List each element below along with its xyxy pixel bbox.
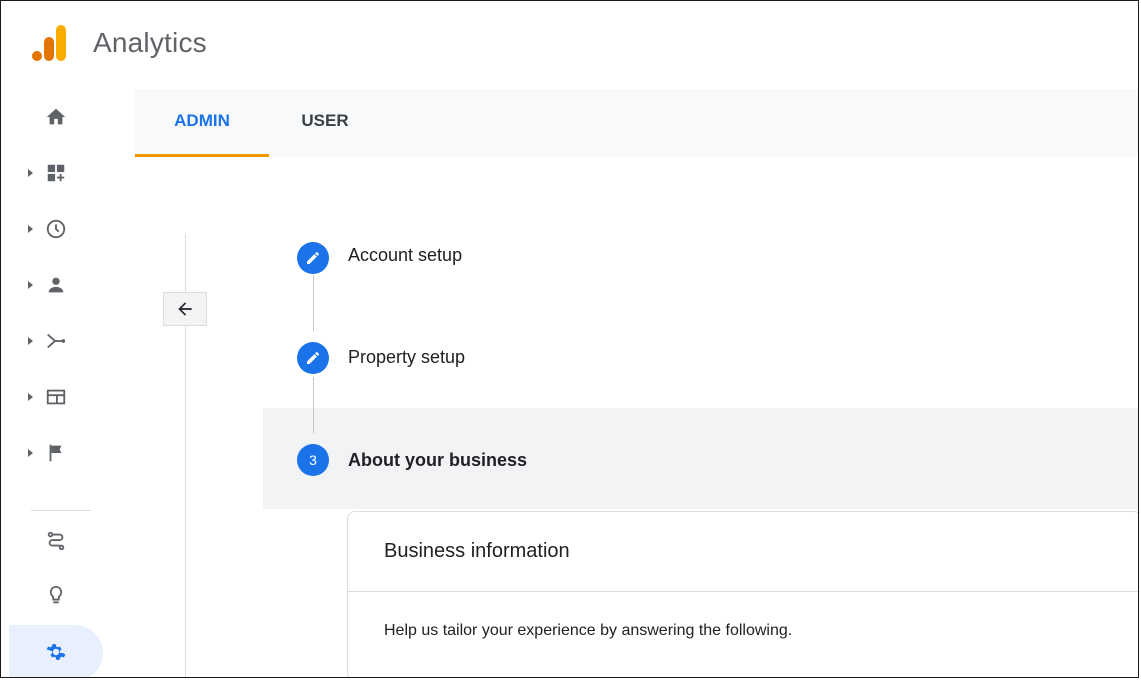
step-3-label: About your business — [348, 450, 528, 470]
rail-divider — [31, 510, 91, 511]
discover-lightbulb-icon — [49, 585, 63, 604]
rail-item-discover[interactable] — [1, 571, 135, 621]
tab-user[interactable]: USER — [285, 89, 365, 157]
rail-item-acquisition[interactable] — [1, 317, 135, 367]
rail-item-attribution[interactable] — [1, 517, 135, 567]
attribution-icon — [47, 531, 65, 551]
step-1-edit-icon[interactable] — [297, 242, 329, 274]
expand-caret-icon — [28, 337, 33, 345]
window: Analytics ADMIN USER Account setup Prope… — [0, 0, 1139, 678]
card-title: Business information — [384, 540, 570, 562]
rail-item-admin[interactable] — [1, 628, 135, 677]
left-nav-rail — [1, 89, 135, 677]
expand-caret-icon — [28, 169, 33, 177]
rail-item-home[interactable] — [1, 93, 135, 143]
expand-caret-icon — [28, 393, 33, 401]
expand-caret-icon — [28, 449, 33, 457]
acquisition-icon — [47, 333, 66, 349]
back-button[interactable] — [163, 292, 207, 326]
customization-icon — [47, 164, 65, 182]
card-help-text: Help us tailor your experience by answer… — [384, 622, 793, 639]
analytics-logo-icon[interactable] — [29, 23, 69, 63]
rail-item-customization[interactable] — [1, 149, 135, 199]
expand-caret-icon — [28, 225, 33, 233]
rail-item-conversions[interactable] — [1, 429, 135, 479]
conversions-flag-icon — [49, 444, 62, 462]
realtime-clock-icon — [46, 219, 66, 239]
home-icon — [46, 108, 66, 125]
card-divider — [348, 591, 1138, 592]
tab-admin[interactable]: ADMIN — [135, 89, 269, 157]
top-bar: Analytics — [1, 1, 1138, 90]
behavior-icon — [46, 389, 66, 405]
step-connector — [313, 275, 314, 331]
arrow-back-icon — [178, 302, 192, 316]
business-information-card: Business information Help us tailor your… — [347, 511, 1138, 677]
step-1-label[interactable]: Account setup — [348, 245, 462, 266]
pencil-icon — [307, 252, 319, 264]
rail-item-realtime[interactable] — [1, 205, 135, 255]
step-2-edit-icon[interactable] — [297, 342, 329, 374]
expand-caret-icon — [28, 281, 33, 289]
step-connector — [313, 377, 314, 433]
admin-gear-icon — [46, 644, 66, 660]
pencil-icon — [307, 352, 319, 364]
step-2-label[interactable]: Property setup — [348, 347, 465, 368]
rail-item-behavior[interactable] — [1, 373, 135, 423]
admin-user-tabs: ADMIN USER — [135, 89, 1138, 157]
audience-person-icon — [48, 277, 64, 293]
step-3-number-badge: 3 — [297, 444, 329, 476]
rail-item-audience[interactable] — [1, 261, 135, 311]
app-title: Analytics — [93, 27, 207, 58]
